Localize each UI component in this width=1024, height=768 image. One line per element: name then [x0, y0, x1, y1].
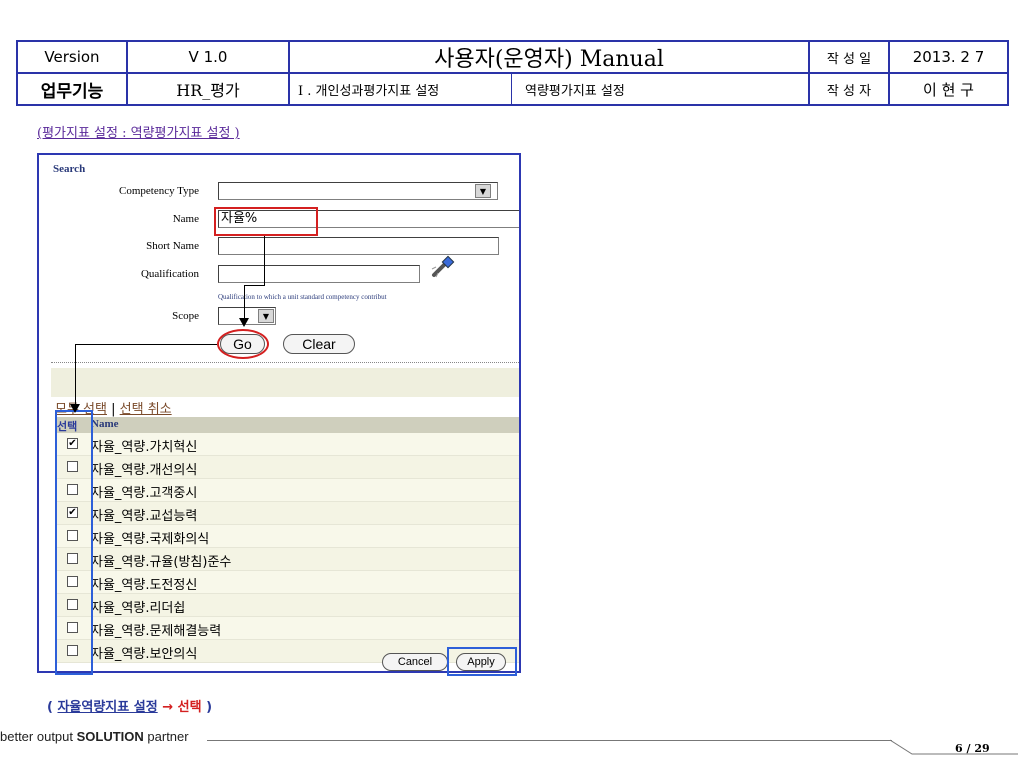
row-name: 자율_역량.도전정신: [91, 578, 198, 593]
short-name-input[interactable]: [218, 237, 499, 255]
row-name: 자율_역량.문제해결능력: [91, 624, 222, 639]
author-value: 이 현 구: [923, 80, 974, 99]
footer-rule: [207, 740, 892, 741]
divider: [51, 362, 519, 363]
author-label: 작 성 자: [826, 83, 872, 99]
brand-bold: SOLUTION: [76, 729, 144, 744]
competency-list: ✔ 자율_역량.가치혁신자율_역량.개선의식자율_역량.고객중시 ✔ 자율_역량.교섭…: [39, 433, 519, 663]
table-header: 선택 Name: [55, 417, 519, 433]
footer-note: ( 자율역량지표 설정 → 선택 ): [47, 696, 212, 715]
brand-suffix: partner: [143, 729, 189, 744]
date-value: 2013. 2 7: [912, 48, 985, 66]
table-row: 자율_역량.문제해결능력: [55, 617, 519, 640]
connector-line: [75, 344, 217, 345]
document-header: Version V 1.0 사용자(운영자) Manual 작 성 일 2013…: [16, 40, 1009, 106]
function-value: HR_평가: [176, 81, 240, 100]
connector-line: [75, 344, 76, 408]
short-name-label: Short Name: [146, 240, 199, 252]
subsection-name: 역량평가지표 설정: [525, 83, 625, 99]
row-name: 자율_역량.규율(방침)준수: [91, 555, 232, 570]
date-label: 작 성 일: [826, 51, 872, 67]
row-name: 자율_역량.가치혁신: [91, 440, 198, 455]
note-prefix: (: [47, 700, 58, 715]
brand-prefix: better output: [0, 729, 77, 744]
competency-type-select[interactable]: [218, 182, 498, 200]
deselect-all-link[interactable]: 선택 취소: [120, 402, 172, 417]
document-title: 사용자(운영자) Manual: [434, 47, 664, 72]
note-suffix: ): [201, 700, 213, 715]
row-name: 자율_역량.국제화의식: [91, 532, 210, 547]
name-column-header: Name: [91, 418, 119, 430]
chevron-down-icon[interactable]: ▼: [475, 184, 491, 198]
flashlight-icon[interactable]: [430, 255, 456, 279]
note-link: 자율역량지표 설정: [57, 700, 158, 715]
table-row: 자율_역량.도전정신: [55, 571, 519, 594]
connector-line: [264, 236, 265, 285]
connector-line: [244, 285, 265, 286]
row-name: 자율_역량.개선의식: [91, 463, 198, 478]
competency-type-label: Competency Type: [119, 185, 199, 197]
row-name: 자율_역량.고객중시: [91, 486, 198, 501]
row-name: 자율_역량.보안의식: [91, 647, 198, 662]
scope-label: Scope: [172, 310, 199, 322]
table-row: 자율_역량.국제화의식: [55, 525, 519, 548]
brand-tagline: better output SOLUTION partner: [0, 729, 189, 744]
search-title: Search: [53, 163, 86, 175]
name-highlight-box: [214, 207, 318, 236]
table-row: ✔ 자율_역량.교섭능력: [55, 502, 519, 525]
apply-highlight-box: [447, 647, 517, 676]
checkbox-column-highlight: [55, 410, 93, 675]
version-value: V 1.0: [188, 48, 228, 66]
go-highlight-circle: [217, 329, 269, 359]
page-caption: (평가지표 설정 : 역량평가지표 설정 ): [37, 126, 240, 141]
arrow-head-icon: [239, 318, 249, 327]
page-number: 6 / 29: [955, 742, 990, 755]
function-label: 업무기능: [40, 81, 104, 102]
table-row: 자율_역량.개선의식: [55, 456, 519, 479]
clear-button[interactable]: Clear: [283, 334, 355, 354]
table-row: 자율_역량.고객중시: [55, 479, 519, 502]
table-row: 자율_역량.규율(방침)준수: [55, 548, 519, 571]
version-label: Version: [44, 48, 100, 66]
row-name: 자율_역량.교섭능력: [91, 509, 198, 524]
selection-separator: |: [111, 402, 116, 417]
note-select: 선택: [177, 700, 202, 715]
name-label: Name: [172, 213, 199, 225]
table-row: ✔ 자율_역량.가치혁신: [55, 433, 519, 456]
toolbar-band: [51, 368, 519, 397]
chevron-down-icon[interactable]: ▼: [258, 309, 274, 323]
arrow-head-icon: [70, 404, 80, 413]
header-col-divider: [511, 74, 512, 104]
cancel-button[interactable]: Cancel: [382, 653, 448, 671]
arrow-right-icon: →: [162, 700, 174, 715]
section-name: I . 개인성과평가지표 설정: [298, 83, 440, 99]
qualification-label: Qualification: [140, 268, 199, 280]
qualification-input[interactable]: [218, 265, 420, 283]
row-name: 자율_역량.리더쉽: [91, 601, 186, 616]
table-row: 자율_역량.리더쉽: [55, 594, 519, 617]
